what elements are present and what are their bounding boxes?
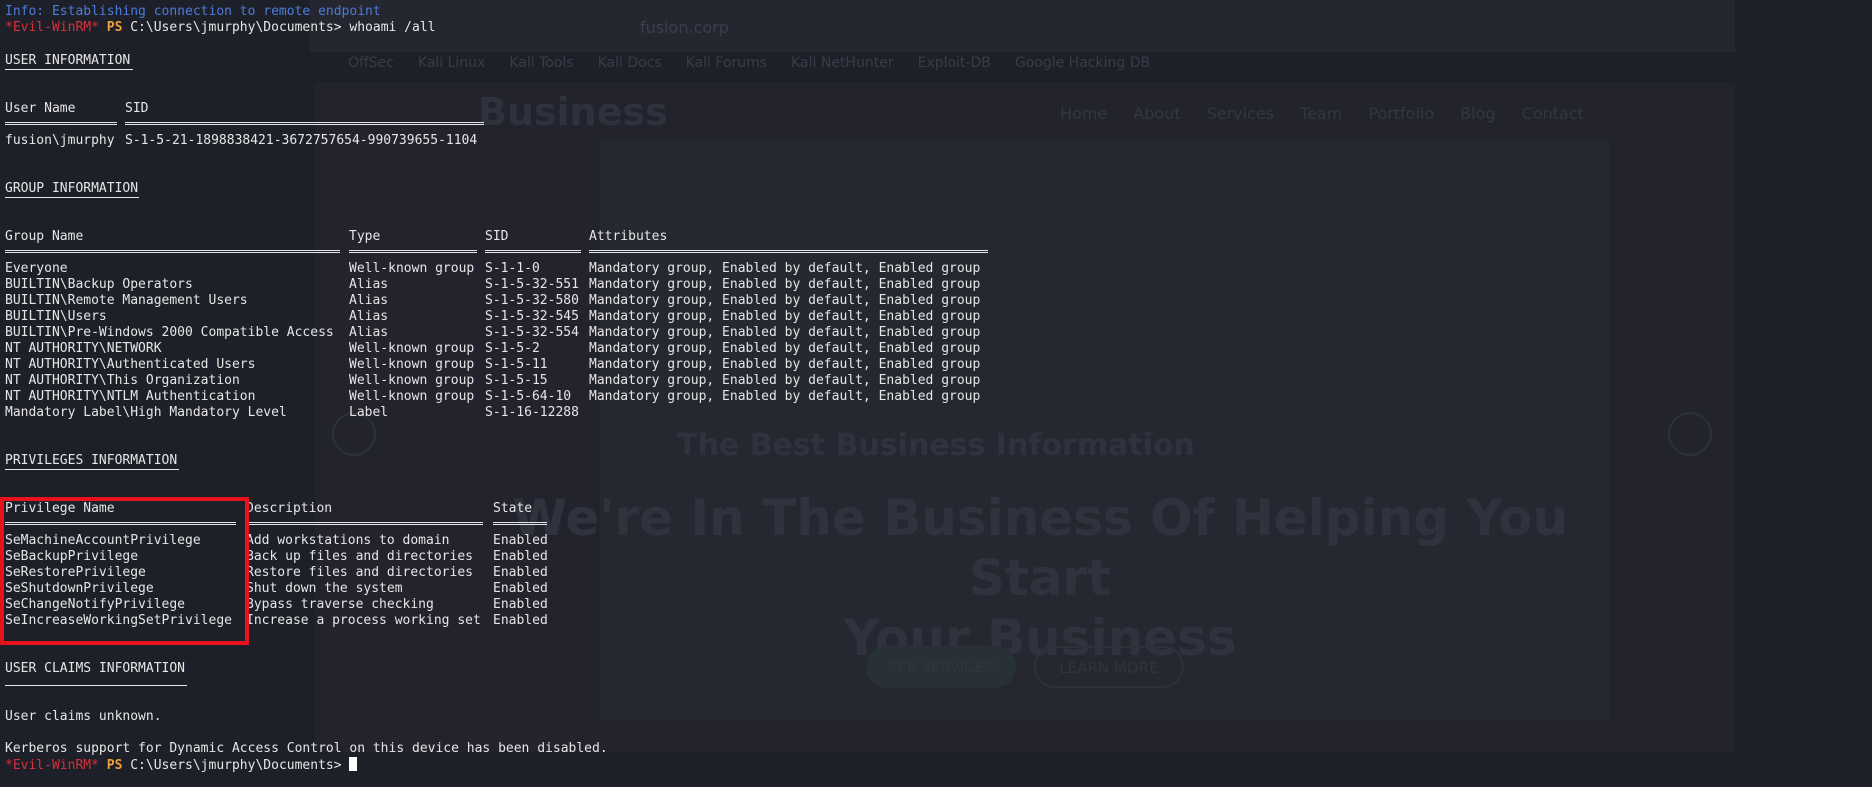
group-row-attributes: Mandatory group, Enabled by default, Ena… xyxy=(589,325,981,340)
group-row-name: Mandatory Label\High Mandatory Level xyxy=(5,405,287,420)
priv-header-state: State xyxy=(493,501,533,516)
priv-row-state: Enabled xyxy=(493,597,548,612)
group-row-attributes: Mandatory group, Enabled by default, Ena… xyxy=(589,357,981,372)
header-rule xyxy=(493,522,547,525)
section-title-user: USER INFORMATION xyxy=(5,53,131,68)
group-row-type: Alias xyxy=(349,293,389,308)
header-rule xyxy=(5,122,117,125)
group-row-name: BUILTIN\Backup Operators xyxy=(5,277,193,292)
group-row-name: NT AUTHORITY\NETWORK xyxy=(5,341,162,356)
group-row-sid: S-1-5-11 xyxy=(485,357,548,372)
section-title-claims: USER CLAIMS INFORMATION xyxy=(5,661,186,676)
group-row-type: Well-known group xyxy=(349,373,475,388)
group-header-attributes: Attributes xyxy=(589,229,668,244)
group-row-attributes: Mandatory group, Enabled by default, Ena… xyxy=(589,261,981,276)
user-header-sid: SID xyxy=(125,101,149,116)
group-row-name: NT AUTHORITY\This Organization xyxy=(5,373,240,388)
group-header-name: Group Name xyxy=(5,229,84,244)
group-row-name: BUILTIN\Remote Management Users xyxy=(5,293,248,308)
group-row-type: Well-known group xyxy=(349,357,475,372)
prompt-line-current[interactable]: *Evil-WinRM* PS C:\Users\jmurphy\Documen… xyxy=(5,757,358,774)
header-rule xyxy=(5,250,340,253)
group-row-type: Well-known group xyxy=(349,261,475,276)
group-header-sid: SID xyxy=(485,229,509,244)
group-row-sid: S-1-5-32-545 xyxy=(485,309,579,324)
priv-row-description: Shut down the system xyxy=(246,581,403,596)
group-header-type: Type xyxy=(349,229,381,244)
group-row-type: Alias xyxy=(349,277,389,292)
header-rule xyxy=(485,250,581,253)
group-row-type: Well-known group xyxy=(349,341,475,356)
prompt-line: *Evil-WinRM* PS C:\Users\jmurphy\Documen… xyxy=(5,20,435,36)
section-underline xyxy=(5,685,187,686)
group-row-type: Label xyxy=(349,405,389,420)
group-row-attributes: Mandatory group, Enabled by default, Ena… xyxy=(589,293,981,308)
group-row-sid: S-1-5-32-551 xyxy=(485,277,579,292)
group-row-sid: S-1-1-0 xyxy=(485,261,540,276)
group-row-name: NT AUTHORITY\NTLM Authentication xyxy=(5,389,256,404)
group-row-name: BUILTIN\Pre-Windows 2000 Compatible Acce… xyxy=(5,325,334,340)
section-underline xyxy=(5,469,179,470)
user-name-value: fusion\jmurphy xyxy=(5,133,115,148)
group-row-name: Everyone xyxy=(5,261,68,276)
group-row-type: Well-known group xyxy=(349,389,475,404)
group-row-name: NT AUTHORITY\Authenticated Users xyxy=(5,357,256,372)
group-row-sid: S-1-5-64-10 xyxy=(485,389,572,404)
priv-row-description: Bypass traverse checking xyxy=(246,597,434,612)
claims-line: User claims unknown. xyxy=(5,709,162,724)
group-row-sid: S-1-16-12288 xyxy=(485,405,579,420)
terminal-cursor[interactable] xyxy=(349,757,358,771)
priv-row-description: Restore files and directories xyxy=(246,565,473,580)
header-rule xyxy=(246,522,483,525)
section-title-group: GROUP INFORMATION xyxy=(5,181,139,196)
priv-row-description: Add workstations to domain xyxy=(246,533,450,548)
group-row-attributes: Mandatory group, Enabled by default, Ena… xyxy=(589,309,981,324)
privilege-highlight-box xyxy=(0,497,249,645)
priv-row-state: Enabled xyxy=(493,565,548,580)
priv-header-description: Description xyxy=(246,501,333,516)
group-row-name: BUILTIN\Users xyxy=(5,309,107,324)
priv-row-state: Enabled xyxy=(493,533,548,548)
priv-row-state: Enabled xyxy=(493,613,548,628)
group-row-sid: S-1-5-32-554 xyxy=(485,325,579,340)
group-row-attributes: Mandatory group, Enabled by default, Ena… xyxy=(589,389,981,404)
group-row-sid: S-1-5-15 xyxy=(485,373,548,388)
prompt-prefix: *Evil-WinRM* xyxy=(5,758,99,773)
section-title-privileges: PRIVILEGES INFORMATION xyxy=(5,453,178,468)
priv-row-state: Enabled xyxy=(493,581,548,596)
terminal-window[interactable]: Info: Establishing connection to remote … xyxy=(0,0,1872,787)
user-header-name: User Name xyxy=(5,101,76,116)
group-row-attributes: Mandatory group, Enabled by default, Ena… xyxy=(589,373,981,388)
group-row-attributes: Mandatory group, Enabled by default, Ena… xyxy=(589,341,981,356)
section-underline xyxy=(5,197,139,198)
group-row-sid: S-1-5-32-580 xyxy=(485,293,579,308)
group-row-attributes: Mandatory group, Enabled by default, Ena… xyxy=(589,277,981,292)
kerberos-line: Kerberos support for Dynamic Access Cont… xyxy=(5,741,608,756)
user-sid-value: S-1-5-21-1898838421-3672757654-990739655… xyxy=(125,133,478,148)
section-underline xyxy=(5,69,133,70)
prompt-ps: PS xyxy=(106,758,123,773)
priv-row-state: Enabled xyxy=(493,549,548,564)
priv-row-description: Back up files and directories xyxy=(246,549,473,564)
header-rule xyxy=(125,122,484,125)
prompt-ps: PS xyxy=(106,20,123,35)
priv-row-description: Increase a process working set xyxy=(246,613,481,628)
prompt-path: C:\Users\jmurphy\Documents> xyxy=(130,758,342,773)
prompt-prefix: *Evil-WinRM* xyxy=(5,20,99,35)
group-row-sid: S-1-5-2 xyxy=(485,341,540,356)
info-line: Info: Establishing connection to remote … xyxy=(5,4,381,19)
group-row-type: Alias xyxy=(349,309,389,324)
header-rule xyxy=(589,250,988,253)
group-row-type: Alias xyxy=(349,325,389,340)
header-rule xyxy=(349,250,477,253)
command-text: whoami /all xyxy=(349,20,436,35)
prompt-path: C:\Users\jmurphy\Documents> xyxy=(130,20,342,35)
